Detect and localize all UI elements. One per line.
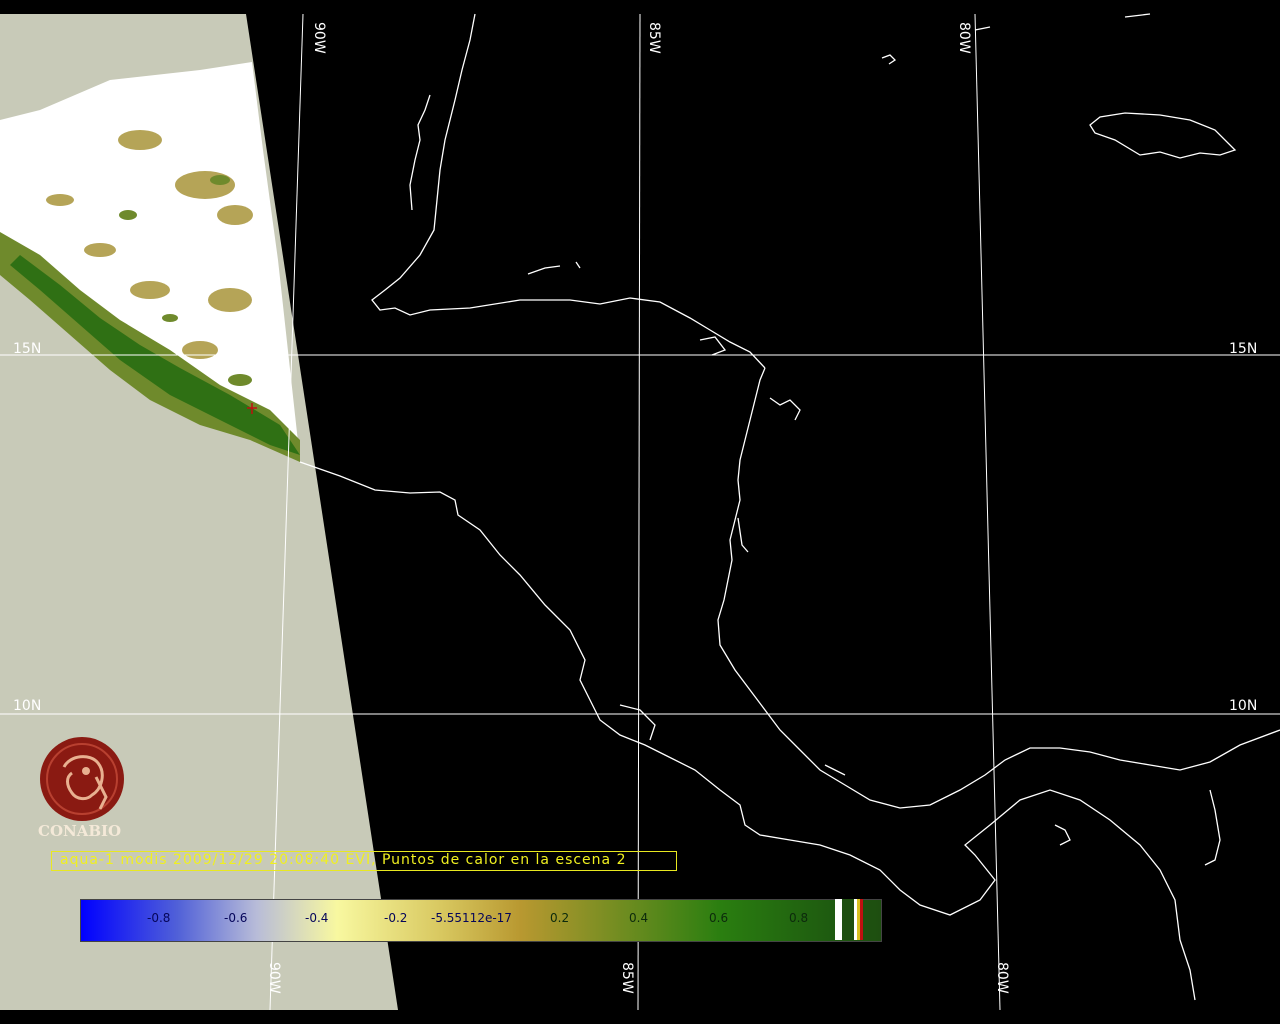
gridline-label-90w-bottom: 90W bbox=[266, 962, 282, 994]
gridline-label-15n-right: 15N bbox=[1229, 341, 1258, 357]
legend-tick: 0.2 bbox=[550, 911, 570, 925]
legend-swatch-cloud bbox=[835, 899, 842, 940]
legend-tick: -5.55112e-17 bbox=[431, 911, 512, 925]
legend-tick: 0.4 bbox=[629, 911, 649, 925]
legend-swatch-red bbox=[860, 899, 863, 940]
conabio-logo-text: CONABIO bbox=[38, 822, 122, 840]
gridline-label-15n-left: 15N bbox=[13, 341, 42, 357]
gridline-label-85w-bottom: 85W bbox=[619, 962, 635, 994]
legend-tick: -0.2 bbox=[384, 911, 408, 925]
gridline-label-85w-top: 85W bbox=[646, 22, 662, 54]
legend-tick: 0.6 bbox=[709, 911, 729, 925]
legend-tick: -0.4 bbox=[305, 911, 329, 925]
gridline-label-10n-right: 10N bbox=[1229, 698, 1258, 714]
legend-tick: 0.8 bbox=[789, 911, 809, 925]
legend-tick: -0.6 bbox=[224, 911, 248, 925]
gridline-label-10n-left: 10N bbox=[13, 698, 42, 714]
caption-text: aqua-1 modis 2009/12/29 20:08:40 EVI, Pu… bbox=[60, 852, 627, 868]
legend-tick: -0.8 bbox=[147, 911, 171, 925]
gridline-label-90w-top: 90W bbox=[311, 22, 327, 54]
legend-swatch-gap bbox=[842, 899, 854, 940]
gridline-label-80w-bottom: 80W bbox=[994, 962, 1010, 994]
gridline-label-80w-top: 80W bbox=[956, 22, 972, 54]
